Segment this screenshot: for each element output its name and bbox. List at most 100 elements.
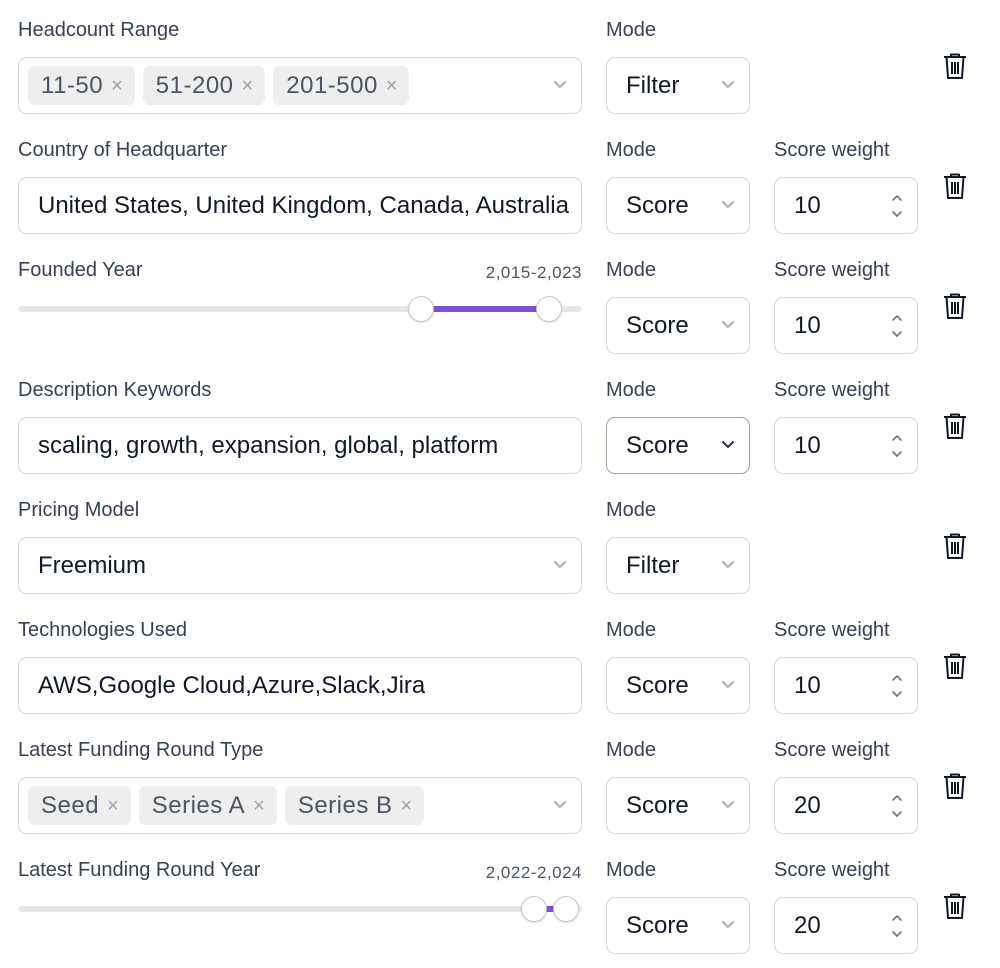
pricing-model-value: Freemium <box>38 552 147 579</box>
score-weight-value: 20 <box>794 792 821 819</box>
chevron-down-icon <box>721 440 735 449</box>
mode-select[interactable]: Score <box>606 417 750 474</box>
score-weight-input[interactable]: 20 <box>774 777 918 834</box>
trash-icon[interactable] <box>942 292 968 320</box>
slider-handle-max[interactable] <box>553 896 579 922</box>
trash-icon[interactable] <box>942 52 968 80</box>
chevron-down-icon[interactable] <box>553 80 567 89</box>
mode-select[interactable]: Filter <box>606 57 750 114</box>
score-weight-input[interactable]: 20 <box>774 897 918 954</box>
score-weight-input[interactable]: 10 <box>774 177 918 234</box>
mode-select[interactable]: Score <box>606 177 750 234</box>
close-icon[interactable]: × <box>386 76 398 96</box>
country-input[interactable]: United States, United Kingdom, Canada, A… <box>18 177 582 234</box>
score-weight-input[interactable]: 10 <box>774 417 918 474</box>
slider-handle-min[interactable] <box>521 896 547 922</box>
slider-fill <box>421 306 549 312</box>
chevron-down-icon <box>722 921 734 928</box>
mode-label: Mode <box>606 19 657 41</box>
trash-icon[interactable] <box>942 412 968 440</box>
chevron-down-icon <box>722 561 734 568</box>
mode-select[interactable]: Score <box>606 777 750 834</box>
country-value: United States, United Kingdom, Canada, A… <box>38 192 569 219</box>
mode-value: Score <box>626 912 689 939</box>
mode-value: Score <box>626 192 689 219</box>
field-label: Latest Funding Round Type <box>18 739 264 761</box>
score-weight-input[interactable]: 10 <box>774 297 918 354</box>
field-label: Headcount Range <box>18 19 180 41</box>
spinner-arrows-icon[interactable] <box>890 190 904 222</box>
trash-icon[interactable] <box>942 892 968 920</box>
field-label: Country of Headquarter <box>18 139 228 161</box>
spinner-arrows-icon[interactable] <box>890 790 904 822</box>
mode-value: Score <box>626 792 689 819</box>
range-value-text: 2,022-2,024 <box>485 863 582 882</box>
mode-label: Mode <box>606 139 657 161</box>
score-weight-value: 10 <box>794 432 821 459</box>
close-icon[interactable]: × <box>253 796 265 816</box>
keywords-input[interactable]: scaling, growth, expansion, global, plat… <box>18 417 582 474</box>
mode-value: Score <box>626 672 689 699</box>
chevron-down-icon <box>722 81 734 88</box>
mode-select[interactable]: Score <box>606 297 750 354</box>
chevron-down-icon[interactable] <box>553 800 567 809</box>
spinner-arrows-icon[interactable] <box>890 430 904 462</box>
field-label: Description Keywords <box>18 379 212 401</box>
chip-label: Series B <box>297 791 393 819</box>
chevron-down-icon <box>722 201 734 208</box>
chip: 11-50 × <box>28 66 135 105</box>
mode-label: Mode <box>606 259 657 281</box>
mode-label: Mode <box>606 619 657 641</box>
chevron-down-icon <box>554 561 566 568</box>
slider-track[interactable] <box>18 906 582 912</box>
mode-label: Mode <box>606 739 657 761</box>
mode-select[interactable]: Score <box>606 897 750 954</box>
mode-label: Mode <box>606 499 657 521</box>
chip: Series A × <box>138 786 277 825</box>
mode-value: Filter <box>626 552 680 579</box>
slider-handle-min[interactable] <box>408 296 434 322</box>
technologies-value: AWS,Google Cloud,Azure,Slack,Jira <box>38 672 426 699</box>
trash-icon[interactable] <box>942 532 968 560</box>
score-weight-value: 10 <box>794 312 821 339</box>
range-value-text: 2,015-2,023 <box>485 263 582 282</box>
mode-select[interactable]: Score <box>606 657 750 714</box>
score-weight-value: 10 <box>794 672 821 699</box>
chevron-down-icon <box>722 681 734 688</box>
keywords-value: scaling, growth, expansion, global, plat… <box>38 432 499 459</box>
chip-label: 51-200 <box>155 71 234 99</box>
slider-handle-max[interactable] <box>536 296 562 322</box>
chip-label: Seed <box>41 791 100 819</box>
score-weight-label: Score weight <box>774 139 890 161</box>
technologies-input[interactable]: AWS,Google Cloud,Azure,Slack,Jira <box>18 657 582 714</box>
close-icon[interactable]: × <box>107 796 119 816</box>
score-weight-input[interactable]: 10 <box>774 657 918 714</box>
score-weight-label: Score weight <box>774 379 890 401</box>
trash-icon[interactable] <box>942 772 968 800</box>
trash-icon[interactable] <box>942 172 968 200</box>
close-icon[interactable]: × <box>111 76 123 96</box>
mode-label: Mode <box>606 379 657 401</box>
chip: 201-500 × <box>273 66 410 105</box>
score-weight-label: Score weight <box>774 259 890 281</box>
mode-label: Mode <box>606 859 657 881</box>
spinner-arrows-icon[interactable] <box>890 670 904 702</box>
mode-value: Filter <box>626 72 680 99</box>
spinner-arrows-icon[interactable] <box>890 910 904 942</box>
field-label: Latest Funding Round Year <box>18 859 261 881</box>
chip-label: 11-50 <box>41 71 104 99</box>
pricing-model-select[interactable]: Freemium <box>18 537 582 594</box>
headcount-multiselect[interactable]: 11-50 × 51-200 × 201-500 × <box>18 57 582 114</box>
spinner-arrows-icon[interactable] <box>890 310 904 342</box>
mode-select[interactable]: Filter <box>606 537 750 594</box>
close-icon[interactable]: × <box>242 76 254 96</box>
chip: Seed × <box>28 786 131 825</box>
chip-label: Series A <box>151 791 246 819</box>
mode-value: Score <box>626 432 689 459</box>
chevron-down-icon <box>722 801 734 808</box>
field-label: Technologies Used <box>18 619 187 641</box>
field-label: Founded Year <box>18 259 143 281</box>
funding-type-multiselect[interactable]: Seed × Series A × Series B × <box>18 777 582 834</box>
close-icon[interactable]: × <box>401 796 413 816</box>
trash-icon[interactable] <box>942 652 968 680</box>
